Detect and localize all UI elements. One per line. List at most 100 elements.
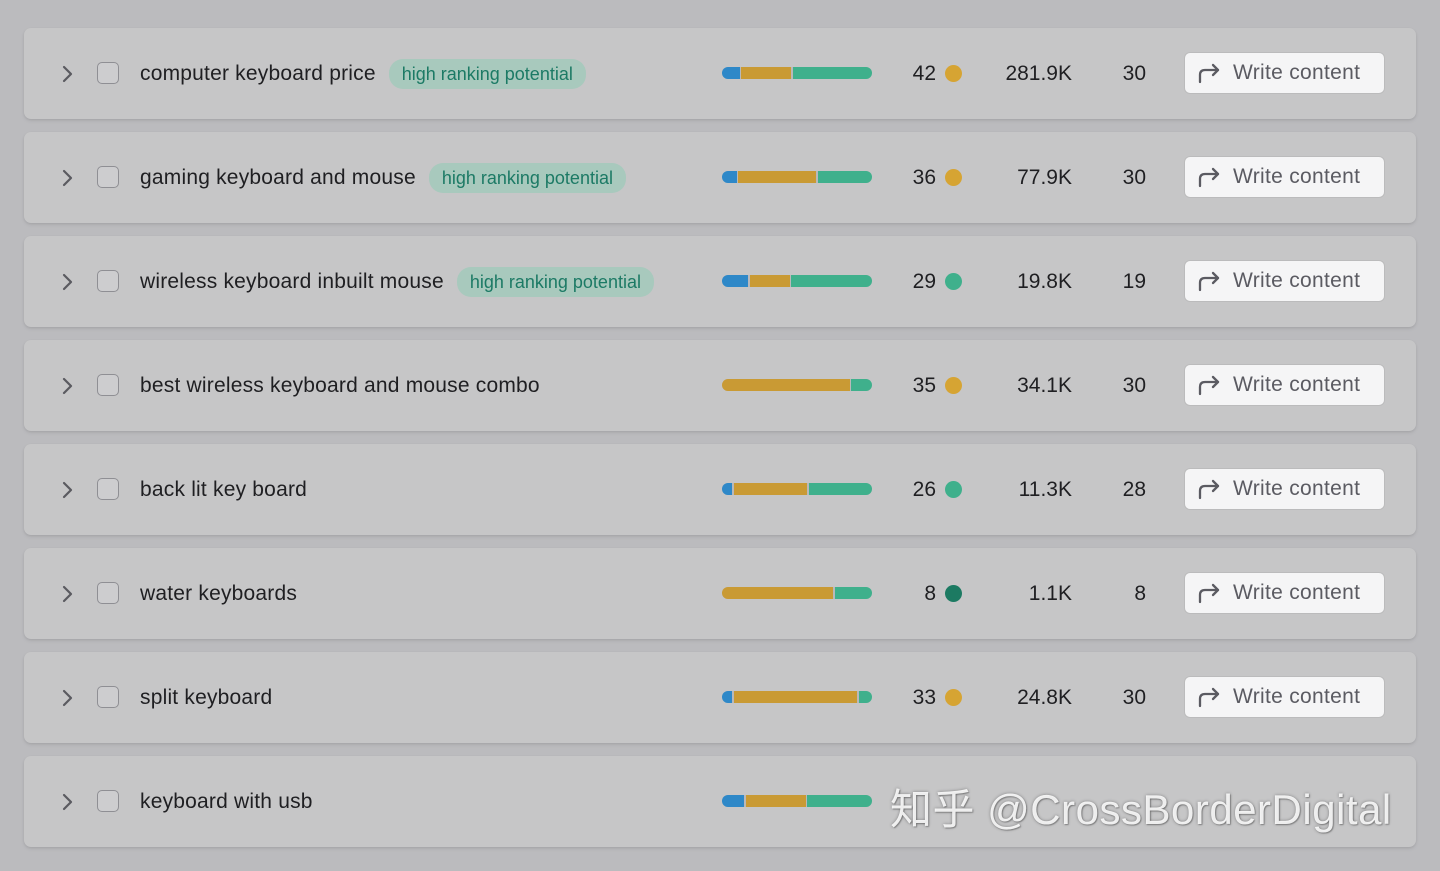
bar-segment-orange [722,379,850,391]
write-content-label: Write content [1233,581,1361,604]
difficulty-cell: 29 [884,236,962,327]
difficulty-value: 42 [912,61,936,85]
count-value: 19 [1122,269,1146,293]
write-content-button[interactable]: Write content [1185,677,1384,717]
keyword-row-7: split keyboard 33 24.8K 30 Write content [24,652,1416,743]
bar-segment-green [851,379,872,391]
row-checkbox[interactable] [97,270,119,292]
bar-segment-blue [722,67,740,79]
keyword-text[interactable]: gaming keyboard and mouse [140,166,416,190]
keyword-row-3: wireless keyboard inbuilt mouse high ran… [24,236,1416,327]
volume-value: 77.9K [1017,165,1072,189]
keyword-cell: best wireless keyboard and mouse combo [140,340,540,431]
difficulty-value: 26 [912,477,936,501]
write-content-button[interactable]: Write content [1185,157,1384,197]
difficulty-dot [945,689,962,706]
write-content-button[interactable]: Write content [1185,365,1384,405]
row-checkbox[interactable] [97,582,119,604]
bar-segment-orange [733,691,858,703]
bar-segment-green [858,691,872,703]
chevron-right-icon[interactable] [60,480,76,500]
intent-distribution-bar [722,691,872,703]
keyword-row-6: water keyboards 8 1.1K 8 Write content [24,548,1416,639]
chevron-right-icon[interactable] [60,688,76,708]
keyword-text[interactable]: computer keyboard price [140,62,376,86]
share-arrow-icon [1197,270,1223,292]
write-content-button[interactable]: Write content [1185,261,1384,301]
row-checkbox[interactable] [97,166,119,188]
chevron-right-icon[interactable] [60,376,76,396]
volume-value: 24.8K [1017,685,1072,709]
keyword-list: computer keyboard price high ranking pot… [24,28,1416,847]
write-content-button[interactable]: Write content [1185,53,1384,93]
chevron-right-icon[interactable] [60,272,76,292]
share-arrow-icon [1197,166,1223,188]
intent-distribution-bar [722,587,872,599]
chevron-right-icon[interactable] [60,168,76,188]
keyword-cell: split keyboard [140,652,272,743]
intent-distribution-bar [722,275,872,287]
bar-segment-green [792,67,872,79]
chevron-right-icon[interactable] [60,792,76,812]
volume-value: 1.1K [1028,581,1072,605]
chevron-right-icon[interactable] [60,584,76,604]
difficulty-value: 8 [924,581,936,605]
difficulty-cell: 35 [884,340,962,431]
write-content-button[interactable]: Write content [1185,573,1384,613]
bar-segment-blue [722,795,745,807]
difficulty-dot [945,481,962,498]
difficulty-value: 33 [912,685,936,709]
write-content-button[interactable]: Write content [1185,469,1384,509]
volume-value: 19.8K [1017,269,1072,293]
count-value: 30 [1122,165,1146,189]
row-checkbox[interactable] [97,374,119,396]
keyword-text[interactable]: back lit key board [140,478,307,502]
write-content-label: Write content [1233,61,1361,84]
intent-distribution-bar [722,795,872,807]
keyword-text[interactable]: keyboard with usb [140,790,313,814]
keyword-text[interactable]: wireless keyboard inbuilt mouse [140,270,444,294]
keyword-text[interactable]: best wireless keyboard and mouse combo [140,374,540,398]
row-checkbox[interactable] [97,790,119,812]
keyword-cell: gaming keyboard and mouse high ranking p… [140,132,626,223]
volume-value: 34.1K [1017,373,1072,397]
share-arrow-icon [1197,62,1223,84]
keyword-cell: back lit key board [140,444,307,535]
keyword-text[interactable]: water keyboards [140,582,297,606]
write-content-label: Write content [1233,165,1361,188]
chevron-right-icon[interactable] [60,64,76,84]
bar-segment-green [834,587,872,599]
row-checkbox[interactable] [97,478,119,500]
intent-distribution-bar [722,67,872,79]
difficulty-dot [945,169,962,186]
ranking-potential-badge: high ranking potential [456,266,654,297]
bar-segment-green [807,795,872,807]
keyword-text[interactable]: split keyboard [140,686,272,710]
write-content-label: Write content [1233,373,1361,396]
difficulty-dot [945,65,962,82]
volume-value: 11.3K [1018,477,1072,501]
difficulty-cell: 8 [884,548,962,639]
volume-value: 281.9K [1005,61,1072,85]
bar-segment-green [808,483,872,495]
bar-segment-orange [722,587,834,599]
bar-segment-orange [741,67,792,79]
keyword-row-8: keyboard with usb [24,756,1416,847]
difficulty-value: 29 [912,269,936,293]
share-arrow-icon [1197,374,1223,396]
keyword-cell: water keyboards [140,548,297,639]
share-arrow-icon [1197,686,1223,708]
ranking-potential-badge: high ranking potential [388,58,586,89]
bar-segment-blue [722,483,733,495]
difficulty-value: 36 [912,165,936,189]
row-checkbox[interactable] [97,62,119,84]
bar-segment-orange [738,171,817,183]
row-checkbox[interactable] [97,686,119,708]
difficulty-cell: 33 [884,652,962,743]
intent-distribution-bar [722,171,872,183]
count-value: 30 [1122,373,1146,397]
write-content-label: Write content [1233,685,1361,708]
bar-segment-green [817,171,872,183]
bar-segment-orange [745,795,806,807]
keyword-row-5: back lit key board 26 11.3K 28 Write con… [24,444,1416,535]
